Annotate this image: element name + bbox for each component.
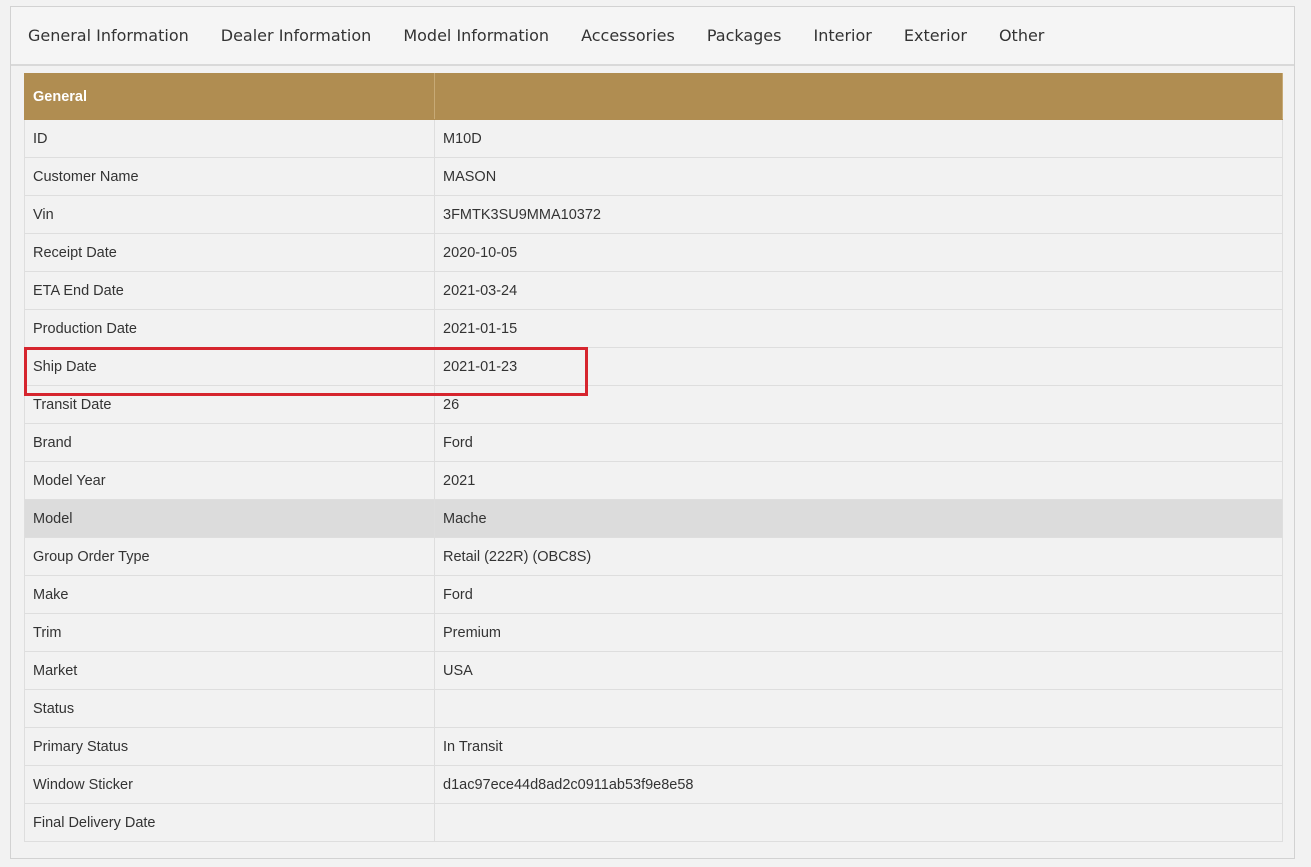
row-value: 2021-01-15 [434,309,1283,348]
table-row: ID M10D [24,119,1283,158]
vehicle-details-panel: General Information Dealer Information M… [10,6,1295,859]
tab-dealer-information[interactable]: Dealer Information [221,26,372,45]
row-value: 26 [434,385,1283,424]
table-header-row: General [24,73,1283,120]
tab-general-information[interactable]: General Information [28,26,189,45]
header-label: General [24,73,435,120]
row-label: Brand [24,423,435,462]
table-row: ETA End Date 2021-03-24 [24,271,1283,310]
row-value: USA [434,651,1283,690]
table-row-hovered: Model Mache [24,499,1283,538]
row-value: Ford [434,575,1283,614]
row-value: Premium [434,613,1283,652]
row-label: Vin [24,195,435,234]
row-label: Status [24,689,435,728]
table-row: Primary Status In Transit [24,727,1283,766]
row-label: ETA End Date [24,271,435,310]
row-label: Customer Name [24,157,435,196]
row-label: Trim [24,613,435,652]
row-label: Receipt Date [24,233,435,272]
row-label: Window Sticker [24,765,435,804]
tab-model-information[interactable]: Model Information [403,26,549,45]
row-value: M10D [434,119,1283,158]
row-label: Model [24,499,435,538]
row-value: 2021-03-24 [434,271,1283,310]
row-value: Mache [434,499,1283,538]
header-value [434,73,1283,120]
row-label: Ship Date [24,347,435,386]
table-row: Transit Date 26 [24,385,1283,424]
row-value: In Transit [434,727,1283,766]
tab-other[interactable]: Other [999,26,1044,45]
table-row: Market USA [24,651,1283,690]
row-label: Production Date [24,309,435,348]
table-row: Final Delivery Date [24,803,1283,842]
table-row: Group Order Type Retail (222R) (OBC8S) [24,537,1283,576]
table-row: Receipt Date 2020-10-05 [24,233,1283,272]
table-row-ship-date: Ship Date 2021-01-23 [24,347,1283,386]
table-row: Trim Premium [24,613,1283,652]
row-value [434,803,1283,842]
row-label: Primary Status [24,727,435,766]
row-value: Ford [434,423,1283,462]
tab-exterior[interactable]: Exterior [904,26,967,45]
row-value: 2020-10-05 [434,233,1283,272]
row-value: MASON [434,157,1283,196]
table-row: Customer Name MASON [24,157,1283,196]
table-row: Model Year 2021 [24,461,1283,500]
row-value [434,689,1283,728]
tab-packages[interactable]: Packages [707,26,782,45]
table-row: Window Sticker d1ac97ece44d8ad2c0911ab53… [24,765,1283,804]
row-value: 3FMTK3SU9MMA10372 [434,195,1283,234]
row-label: Group Order Type [24,537,435,576]
row-label: Transit Date [24,385,435,424]
row-label: Make [24,575,435,614]
row-value[interactable]: d1ac97ece44d8ad2c0911ab53f9e8e58 [434,765,1283,804]
row-label: Market [24,651,435,690]
tab-accessories[interactable]: Accessories [581,26,675,45]
tab-interior[interactable]: Interior [813,26,871,45]
general-info-table: General ID M10D Customer Name MASON Vin … [24,73,1283,842]
row-value: Retail (222R) (OBC8S) [434,537,1283,576]
row-value: 2021-01-23 [434,347,1283,386]
table-row: Vin 3FMTK3SU9MMA10372 [24,195,1283,234]
table-row: Make Ford [24,575,1283,614]
row-label: Model Year [24,461,435,500]
table-row: Status [24,689,1283,728]
row-value: 2021 [434,461,1283,500]
table-row: Production Date 2021-01-15 [24,309,1283,348]
row-label: ID [24,119,435,158]
row-label: Final Delivery Date [24,803,435,842]
table-row: Brand Ford [24,423,1283,462]
tab-bar: General Information Dealer Information M… [11,7,1294,66]
